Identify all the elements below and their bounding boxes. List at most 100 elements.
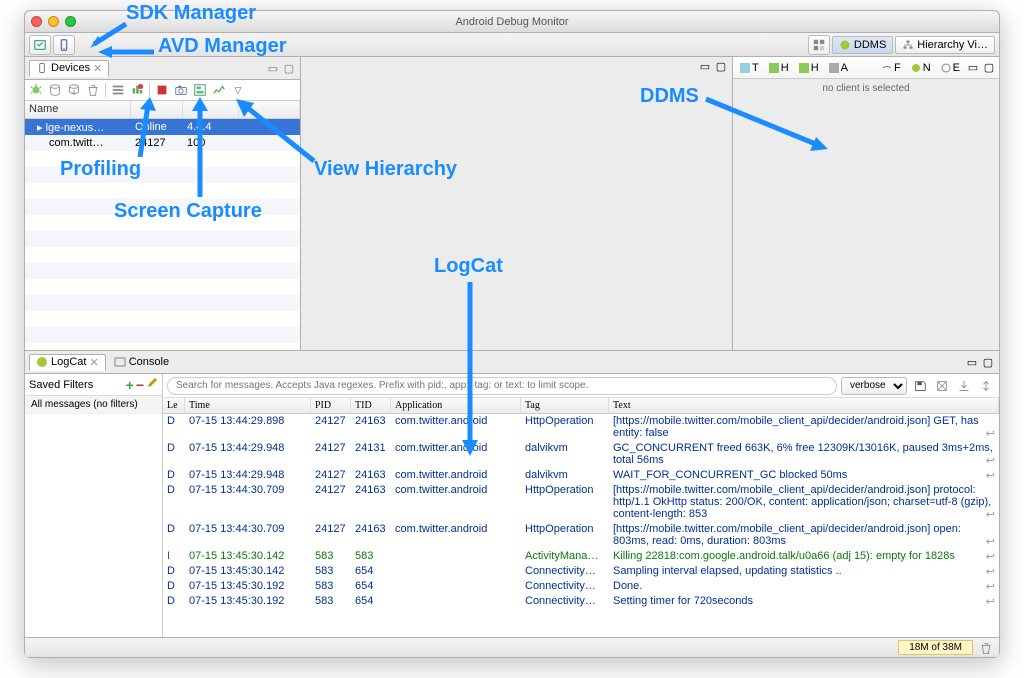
info-icon (941, 63, 951, 73)
grid-icon (812, 38, 826, 52)
log-table[interactable]: Le Time PID TID Application Tag Text D07… (163, 398, 999, 637)
maximize-pane-icon[interactable]: ▢ (714, 59, 728, 73)
log-row[interactable]: I07-15 13:45:30.142583583ActivityMana…Ki… (163, 549, 999, 564)
sdk-manager-icon (33, 38, 47, 52)
tab-file[interactable]: F (878, 61, 905, 75)
col-time[interactable]: Time (185, 398, 311, 413)
filters-label: Saved Filters (29, 379, 93, 391)
gc-button[interactable] (84, 81, 102, 99)
threads-update-button[interactable] (109, 81, 127, 99)
minimize-icon[interactable] (48, 16, 59, 27)
screen-capture-button[interactable] (172, 81, 190, 99)
gc-button[interactable] (979, 641, 993, 655)
col-pid[interactable]: PID (311, 398, 351, 413)
separator (149, 83, 150, 97)
log-level-select[interactable]: verbose (841, 377, 907, 395)
tab-console[interactable]: Console (108, 355, 175, 369)
log-row[interactable]: D07-15 13:45:30.142583654Connectivity…Sa… (163, 564, 999, 579)
maximize-pane-icon[interactable]: ▢ (981, 355, 995, 369)
log-table-header: Le Time PID TID Application Tag Text (163, 398, 999, 414)
debug-button[interactable] (27, 81, 45, 99)
log-row[interactable]: D07-15 13:44:29.8982412724163com.twitter… (163, 414, 999, 441)
col-tid[interactable]: TID (351, 398, 391, 413)
maximize-pane-icon[interactable]: ▢ (982, 61, 996, 75)
threads-empty-message: no client is selected (733, 79, 999, 350)
log-row[interactable]: D07-15 13:45:30.192583654Connectivity…Se… (163, 594, 999, 609)
tab-emulator[interactable]: N (907, 61, 935, 75)
log-row[interactable]: D07-15 13:45:30.192583654Connectivity…Do… (163, 579, 999, 594)
tab-network[interactable]: A (825, 61, 852, 75)
memory-indicator[interactable]: 18M of 38M (898, 640, 973, 655)
clear-log-button[interactable] (933, 377, 951, 395)
view-hierarchy-button[interactable] (191, 81, 209, 99)
console-icon (114, 356, 126, 368)
perspective-hierarchy[interactable]: Hierarchy Vi… (895, 36, 995, 54)
tab-devices[interactable]: Devices ✕ (29, 60, 109, 77)
stop-button[interactable] (153, 81, 171, 99)
remove-filter-button[interactable]: − (136, 377, 144, 393)
menu-dropdown-button[interactable]: ▽ (229, 81, 247, 99)
separator (105, 83, 106, 97)
edit-filter-button[interactable] (146, 377, 158, 389)
device-row[interactable]: com.twitt…24127100 (25, 135, 300, 151)
phone-icon (36, 62, 48, 74)
col-name[interactable]: Name (25, 101, 131, 118)
save-log-button[interactable] (911, 377, 929, 395)
log-row[interactable]: D07-15 13:44:29.9482412724131com.twitter… (163, 441, 999, 468)
threads-icon (740, 63, 750, 73)
profiling-button[interactable] (128, 81, 146, 99)
trash-icon (86, 83, 100, 97)
avd-manager-button[interactable] (53, 35, 75, 55)
main-toolbar: DDMS Hierarchy Vi… (25, 33, 999, 57)
col-text[interactable]: Text (609, 398, 999, 413)
minimize-pane-icon[interactable]: ▭ (965, 355, 979, 369)
log-row[interactable]: D07-15 13:44:30.7092412724163com.twitter… (163, 483, 999, 522)
cylinder-down-icon (67, 83, 81, 97)
save-icon (913, 379, 927, 393)
open-perspective-button[interactable] (808, 35, 830, 55)
minimize-pane-icon[interactable]: ▭ (266, 61, 280, 75)
close-tab-icon[interactable]: ✕ (89, 356, 98, 369)
systrace-button[interactable] (210, 81, 228, 99)
zoom-icon[interactable] (65, 16, 76, 27)
devices-pane: Devices ✕ ▭ ▢ (25, 57, 301, 350)
tab-logcat[interactable]: LogCat ✕ (29, 354, 106, 371)
logcat-tabs: LogCat ✕ Console ▭ ▢ (25, 351, 999, 373)
threads-icon (111, 83, 125, 97)
device-row[interactable]: ▸ lge-nexus…Online4.4.4 (25, 119, 300, 135)
add-filter-button[interactable]: + (126, 377, 134, 393)
perspective-ddms[interactable]: DDMS (832, 36, 893, 54)
scroll-icon (979, 379, 993, 393)
tab-sysinfo[interactable]: E (937, 61, 964, 75)
perspective-switcher: DDMS Hierarchy Vi… (808, 35, 995, 55)
tab-heap[interactable]: H (765, 61, 793, 75)
minimize-pane-icon[interactable]: ▭ (698, 59, 712, 73)
wifi-icon (882, 63, 892, 73)
filter-all-messages[interactable]: All messages (no filters) (25, 396, 162, 414)
close-icon[interactable] (31, 16, 42, 27)
cylinder-icon (48, 83, 62, 97)
dump-hprof-button[interactable] (65, 81, 83, 99)
heap-update-button[interactable] (46, 81, 64, 99)
perspective-hierarchy-label: Hierarchy Vi… (917, 39, 988, 51)
close-tab-icon[interactable]: ✕ (93, 62, 102, 75)
log-row[interactable]: D07-15 13:44:29.9482412724163com.twitter… (163, 468, 999, 483)
tab-devices-label: Devices (51, 62, 90, 74)
col-app[interactable]: Application (391, 398, 521, 413)
scroll-lock-button[interactable] (977, 377, 995, 395)
tab-console-label: Console (129, 356, 169, 368)
clear-icon (935, 379, 949, 393)
col-tag[interactable]: Tag (521, 398, 609, 413)
tab-threads[interactable]: T (736, 61, 763, 75)
chart-icon (212, 83, 226, 97)
tab-alloc[interactable]: H (795, 61, 823, 75)
minimize-pane-icon[interactable]: ▭ (966, 61, 980, 75)
sdk-manager-button[interactable] (29, 35, 51, 55)
table-empty-stripes (25, 151, 300, 350)
log-row[interactable]: D07-15 13:44:30.7092412724163com.twitter… (163, 522, 999, 549)
log-search-input[interactable] (167, 377, 837, 395)
maximize-pane-icon[interactable]: ▢ (282, 61, 296, 75)
export-log-button[interactable] (955, 377, 973, 395)
titlebar: Android Debug Monitor (25, 11, 999, 33)
col-level[interactable]: Le (163, 398, 185, 413)
